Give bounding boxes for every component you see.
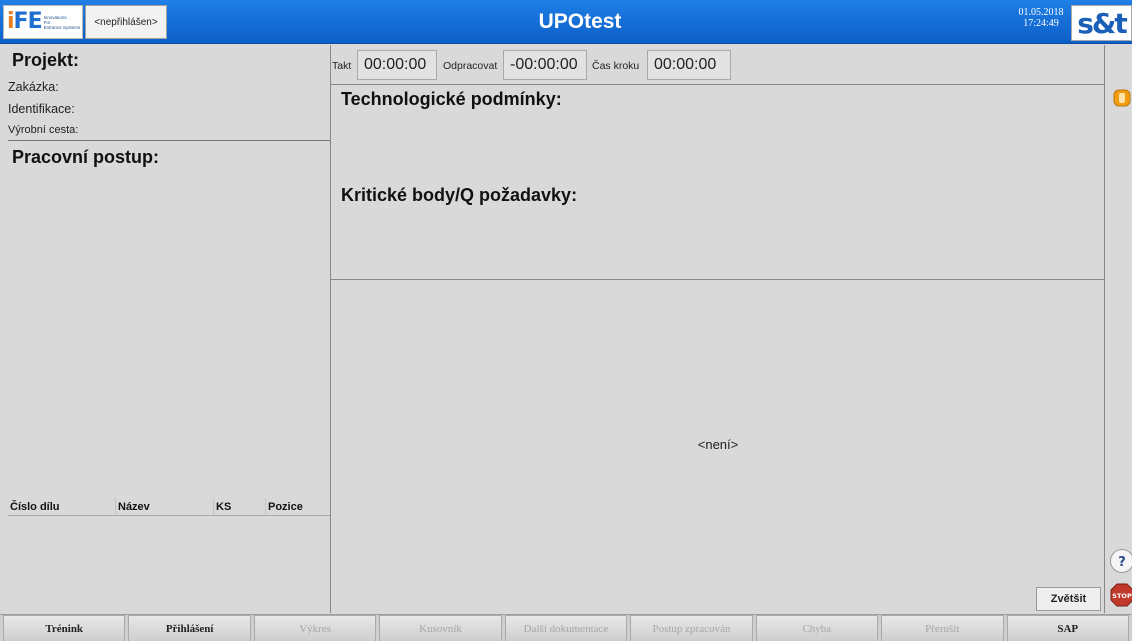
divider	[330, 45, 331, 613]
drawing-button[interactable]: Výkres	[253, 615, 377, 641]
more-documentation-button[interactable]: Další dokumentace	[504, 615, 628, 641]
tech-conditions-title: Technologické podmínky:	[341, 89, 562, 109]
error-button[interactable]: Chyba	[755, 615, 879, 641]
login-button[interactable]: Přihlášení	[128, 615, 251, 641]
title-bar: iFE Innovations For Entrance Systems <nepř…	[0, 0, 1132, 44]
project-order-label: Zakázka:	[8, 80, 59, 94]
stop-icon[interactable]: STOP	[1110, 583, 1132, 607]
col-quantity[interactable]: KS	[214, 498, 266, 515]
svg-text:STOP: STOP	[1112, 592, 1132, 600]
bill-of-materials-button[interactable]: Kusovník	[379, 615, 502, 641]
interrupt-button[interactable]: Přerušit	[881, 615, 1004, 641]
enlarge-button[interactable]: Zvětšit	[1036, 587, 1101, 611]
parts-table: Číslo dílu Název KS Pozice	[8, 498, 330, 613]
divider	[1104, 45, 1105, 613]
col-name[interactable]: Název	[116, 498, 214, 515]
odpracovat-label: Odpracovat	[443, 60, 498, 72]
project-title: Projekt:	[12, 50, 80, 70]
snt-logo: s&t	[1071, 5, 1132, 41]
project-identification-label: Identifikace:	[8, 102, 75, 116]
takt-label: Takt	[332, 60, 352, 72]
time-label: 17:24:49	[1023, 18, 1059, 29]
bottom-toolbar: Trénink Přihlášení Výkres Kusovník Další…	[0, 614, 1132, 641]
user-status-button[interactable]: <nepřihlášen>	[85, 5, 167, 39]
procedure-done-button[interactable]: Postup zpracován	[630, 615, 753, 641]
col-part-number[interactable]: Číslo dílu	[8, 498, 116, 515]
project-production-route-label: Výrobní cesta:	[8, 124, 79, 136]
parts-table-header: Číslo dílu Název KS Pozice	[8, 498, 330, 516]
critical-points-title: Kritické body/Q požadavky:	[341, 185, 578, 205]
ife-logo-tagline: Innovations For Entrance Systems	[43, 14, 81, 30]
step-time-label: Čas kroku	[592, 60, 640, 72]
document-placeholder: <není>	[697, 437, 739, 452]
app-title: UPOtest	[538, 10, 622, 33]
bell-icon[interactable]	[1110, 86, 1132, 110]
timer-strip: Takt 00:00:00 Odpracovat -00:00:00 Čas k…	[331, 45, 1104, 85]
procedure-panel: Pracovní postup:	[8, 142, 330, 497]
ife-logo: iFE Innovations For Entrance Systems	[3, 5, 83, 39]
svg-text:?: ?	[1118, 555, 1126, 570]
datetime-display: 01.05.2018 17:24:49	[1013, 7, 1069, 39]
step-time-value: 00:00:00	[647, 50, 731, 80]
project-panel: Projekt: Zakázka: Identifikace: Výrobní …	[8, 45, 330, 141]
odpracovat-value: -00:00:00	[503, 50, 587, 80]
help-icon[interactable]: ?	[1110, 549, 1132, 573]
training-button[interactable]: Trénink	[3, 615, 126, 641]
date-label: 01.05.2018	[1018, 7, 1064, 18]
ife-logo-mark: iFE	[7, 9, 43, 34]
procedure-title: Pracovní postup:	[12, 147, 160, 167]
col-position[interactable]: Pozice	[266, 498, 330, 515]
divider	[331, 279, 1104, 280]
takt-value: 00:00:00	[357, 50, 437, 80]
sap-button[interactable]: SAP	[1006, 615, 1129, 641]
